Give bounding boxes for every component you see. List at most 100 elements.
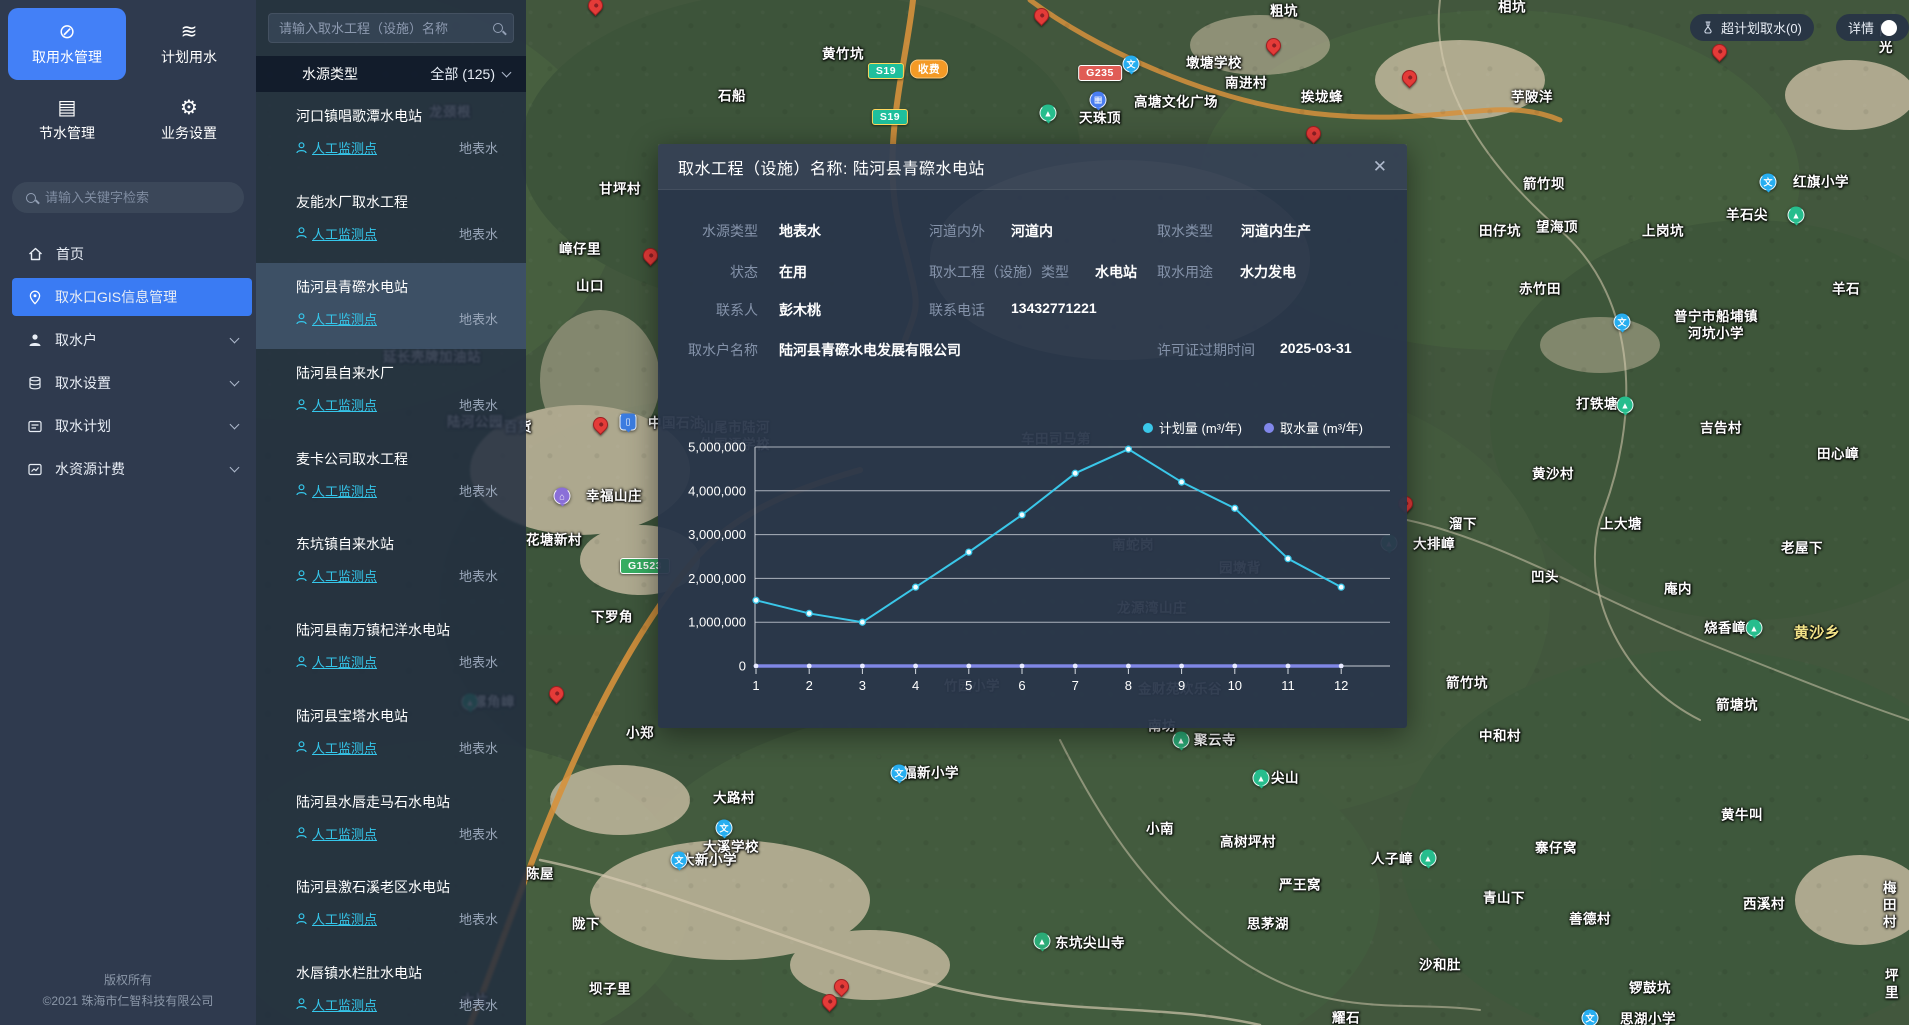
filter-value: 全部 (125) bbox=[430, 64, 495, 84]
school-marker-icon: 文 bbox=[1123, 56, 1140, 73]
module-planned-water[interactable]: ≋ 计划用水 bbox=[130, 8, 248, 80]
field-value: 2025-03-31 bbox=[1280, 340, 1352, 356]
monitor-link[interactable]: 人工监测点 bbox=[296, 652, 377, 671]
svg-text:3,000,000: 3,000,000 bbox=[688, 527, 746, 542]
chevron-down-icon bbox=[230, 334, 240, 344]
module-water-saving[interactable]: ▤ 节水管理 bbox=[8, 84, 126, 156]
module-switcher: ⊘ 取用水管理 ≋ 计划用水 ▤ 节水管理 ⚙ 业务设置 bbox=[0, 0, 256, 156]
plan-icon bbox=[28, 420, 42, 433]
field-value: 在用 bbox=[779, 262, 807, 282]
field-value: 彭木桃 bbox=[779, 300, 821, 320]
svg-text:12: 12 bbox=[1334, 678, 1348, 693]
school-marker-icon: 文 bbox=[716, 820, 733, 837]
detail-toggle[interactable]: 详情 bbox=[1836, 14, 1909, 41]
water-type-label: 地表水 bbox=[459, 566, 498, 585]
svg-text:6: 6 bbox=[1018, 678, 1025, 693]
gas-marker-icon: ▯ bbox=[620, 414, 637, 431]
person-icon bbox=[296, 656, 307, 668]
mountain-marker-icon: ▲ bbox=[1788, 207, 1805, 224]
station-list-item[interactable]: 水唇镇水栏肚水电站 人工监测点 地表水 bbox=[256, 949, 526, 1025]
temple-marker-icon: ▲ bbox=[1173, 732, 1190, 749]
field-value: 河道内生产 bbox=[1241, 221, 1311, 241]
field-label: 取水类型 bbox=[1157, 221, 1213, 241]
keyword-search-box[interactable] bbox=[12, 182, 244, 213]
water-type-label: 地表水 bbox=[459, 224, 498, 243]
station-list-panel: 水源类型 全部 (125) 河口镇唱歌潭水电站 人工监测点 地表水 bbox=[256, 0, 526, 1025]
toggle-knob[interactable] bbox=[1881, 20, 1897, 36]
svg-text:9: 9 bbox=[1178, 678, 1185, 693]
module-business-settings[interactable]: ⚙ 业务设置 bbox=[130, 84, 248, 156]
station-list-item[interactable]: 陆河县南万镇杞洋水电站 人工监测点 地表水 bbox=[256, 606, 526, 692]
monitor-link[interactable]: 人工监测点 bbox=[296, 395, 377, 414]
menu-item-water-billing[interactable]: 水资源计费 bbox=[12, 450, 252, 488]
modal-header: 取水工程（设施）名称: 陆河县青磜水电站 ✕ bbox=[658, 144, 1407, 190]
station-search-input[interactable] bbox=[279, 21, 493, 36]
menu-item-water-users[interactable]: 取水户 bbox=[12, 321, 252, 359]
mountain-marker-icon: ▲ bbox=[1746, 620, 1763, 637]
station-list-item[interactable]: 陆河县激石溪老区水电站 人工监测点 地表水 bbox=[256, 863, 526, 949]
station-name: 陆河县青磜水电站 bbox=[296, 277, 510, 297]
svg-text:8: 8 bbox=[1125, 678, 1132, 693]
copyright-line2: ©2021 珠海市仁智科技有限公司 bbox=[0, 991, 256, 1011]
monitor-link[interactable]: 人工监测点 bbox=[296, 738, 377, 757]
monitor-link[interactable]: 人工监测点 bbox=[296, 309, 377, 328]
svg-text:2,000,000: 2,000,000 bbox=[688, 571, 746, 586]
road-shield: S19 bbox=[872, 109, 908, 125]
close-icon[interactable]: ✕ bbox=[1373, 158, 1387, 175]
station-list-item[interactable]: 陆河县青磜水电站 人工监测点 地表水 bbox=[256, 263, 526, 349]
field-label: 河道内外 bbox=[929, 221, 985, 241]
menu-item-intake-plan[interactable]: 取水计划 bbox=[12, 407, 252, 445]
station-list-item[interactable]: 河口镇唱歌潭水电站 人工监测点 地表水 bbox=[256, 92, 526, 178]
road-shield: S19 bbox=[868, 63, 904, 79]
field-label: 状态 bbox=[658, 262, 758, 282]
station-list-item[interactable]: 友能水厂取水工程 人工监测点 地表水 bbox=[256, 178, 526, 264]
monitor-label: 人工监测点 bbox=[312, 995, 377, 1014]
source-filter-dropdown[interactable]: 全部 (125) bbox=[430, 64, 510, 84]
over-plan-intake-button[interactable]: 超计划取水(0) bbox=[1690, 14, 1814, 41]
svg-text:2: 2 bbox=[806, 678, 813, 693]
monitor-link[interactable]: 人工监测点 bbox=[296, 224, 377, 243]
monitor-link[interactable]: 人工监测点 bbox=[296, 138, 377, 157]
blue-marker-icon: ▦ bbox=[1090, 92, 1107, 109]
module-water-usage[interactable]: ⊘ 取用水管理 bbox=[8, 8, 126, 80]
alert-pill-label: 超计划取水(0) bbox=[1721, 18, 1802, 37]
monitor-link[interactable]: 人工监测点 bbox=[296, 824, 377, 843]
person-icon bbox=[296, 313, 307, 325]
menu-item-home[interactable]: 首页 bbox=[12, 235, 252, 273]
station-list-item[interactable]: 陆河县自来水厂 人工监测点 地表水 bbox=[256, 349, 526, 435]
keyword-search-input[interactable] bbox=[45, 190, 230, 205]
station-name: 陆河县自来水厂 bbox=[296, 363, 510, 383]
water-type-label: 地表水 bbox=[459, 995, 498, 1014]
person-icon bbox=[296, 741, 307, 753]
school-marker-icon: 文 bbox=[1760, 174, 1777, 191]
monitor-link[interactable]: 人工监测点 bbox=[296, 995, 377, 1014]
station-list-item[interactable]: 陆河县水唇走马石水电站 人工监测点 地表水 bbox=[256, 778, 526, 864]
station-list-item[interactable]: 麦卡公司取水工程 人工监测点 地表水 bbox=[256, 435, 526, 521]
person-icon bbox=[296, 399, 307, 411]
list-header: 水源类型 全部 (125) bbox=[256, 56, 526, 92]
station-search-box[interactable] bbox=[268, 13, 514, 43]
mountain-marker-icon: ▲ bbox=[1253, 770, 1270, 787]
sidebar: ⊘ 取用水管理 ≋ 计划用水 ▤ 节水管理 ⚙ 业务设置 bbox=[0, 0, 256, 1025]
field-label: 许可证过期时间 bbox=[1157, 340, 1255, 360]
school-marker-icon: 文 bbox=[1614, 314, 1631, 331]
field-label: 水源类型 bbox=[658, 221, 758, 241]
menu-item-intake-settings[interactable]: 取水设置 bbox=[12, 364, 252, 402]
field-value: 13432771221 bbox=[1011, 300, 1097, 316]
document-icon: ▤ bbox=[58, 98, 77, 118]
menu-item-gis-management[interactable]: 取水口GIS信息管理 bbox=[12, 278, 252, 316]
station-detail-modal: 取水工程（设施）名称: 陆河县青磜水电站 ✕ 水源类型 地表水 河道内外 河道内… bbox=[658, 144, 1407, 728]
station-list-item[interactable]: 东坑镇自来水站 人工监测点 地表水 bbox=[256, 520, 526, 606]
monitor-link[interactable]: 人工监测点 bbox=[296, 481, 377, 500]
mountain-marker-icon: ▲ bbox=[1040, 105, 1057, 122]
home-icon bbox=[28, 247, 43, 261]
water-usage-icon: ⊘ bbox=[59, 22, 76, 42]
station-name: 陆河县宝塔水电站 bbox=[296, 706, 510, 726]
svg-text:1,000,000: 1,000,000 bbox=[688, 615, 746, 630]
monitor-label: 人工监测点 bbox=[312, 909, 377, 928]
monitor-link[interactable]: 人工监测点 bbox=[296, 909, 377, 928]
monitor-link[interactable]: 人工监测点 bbox=[296, 566, 377, 585]
road-shield: 收费 bbox=[910, 60, 948, 79]
station-list-item[interactable]: 陆河县宝塔水电站 人工监测点 地表水 bbox=[256, 692, 526, 778]
database-icon bbox=[28, 376, 42, 390]
